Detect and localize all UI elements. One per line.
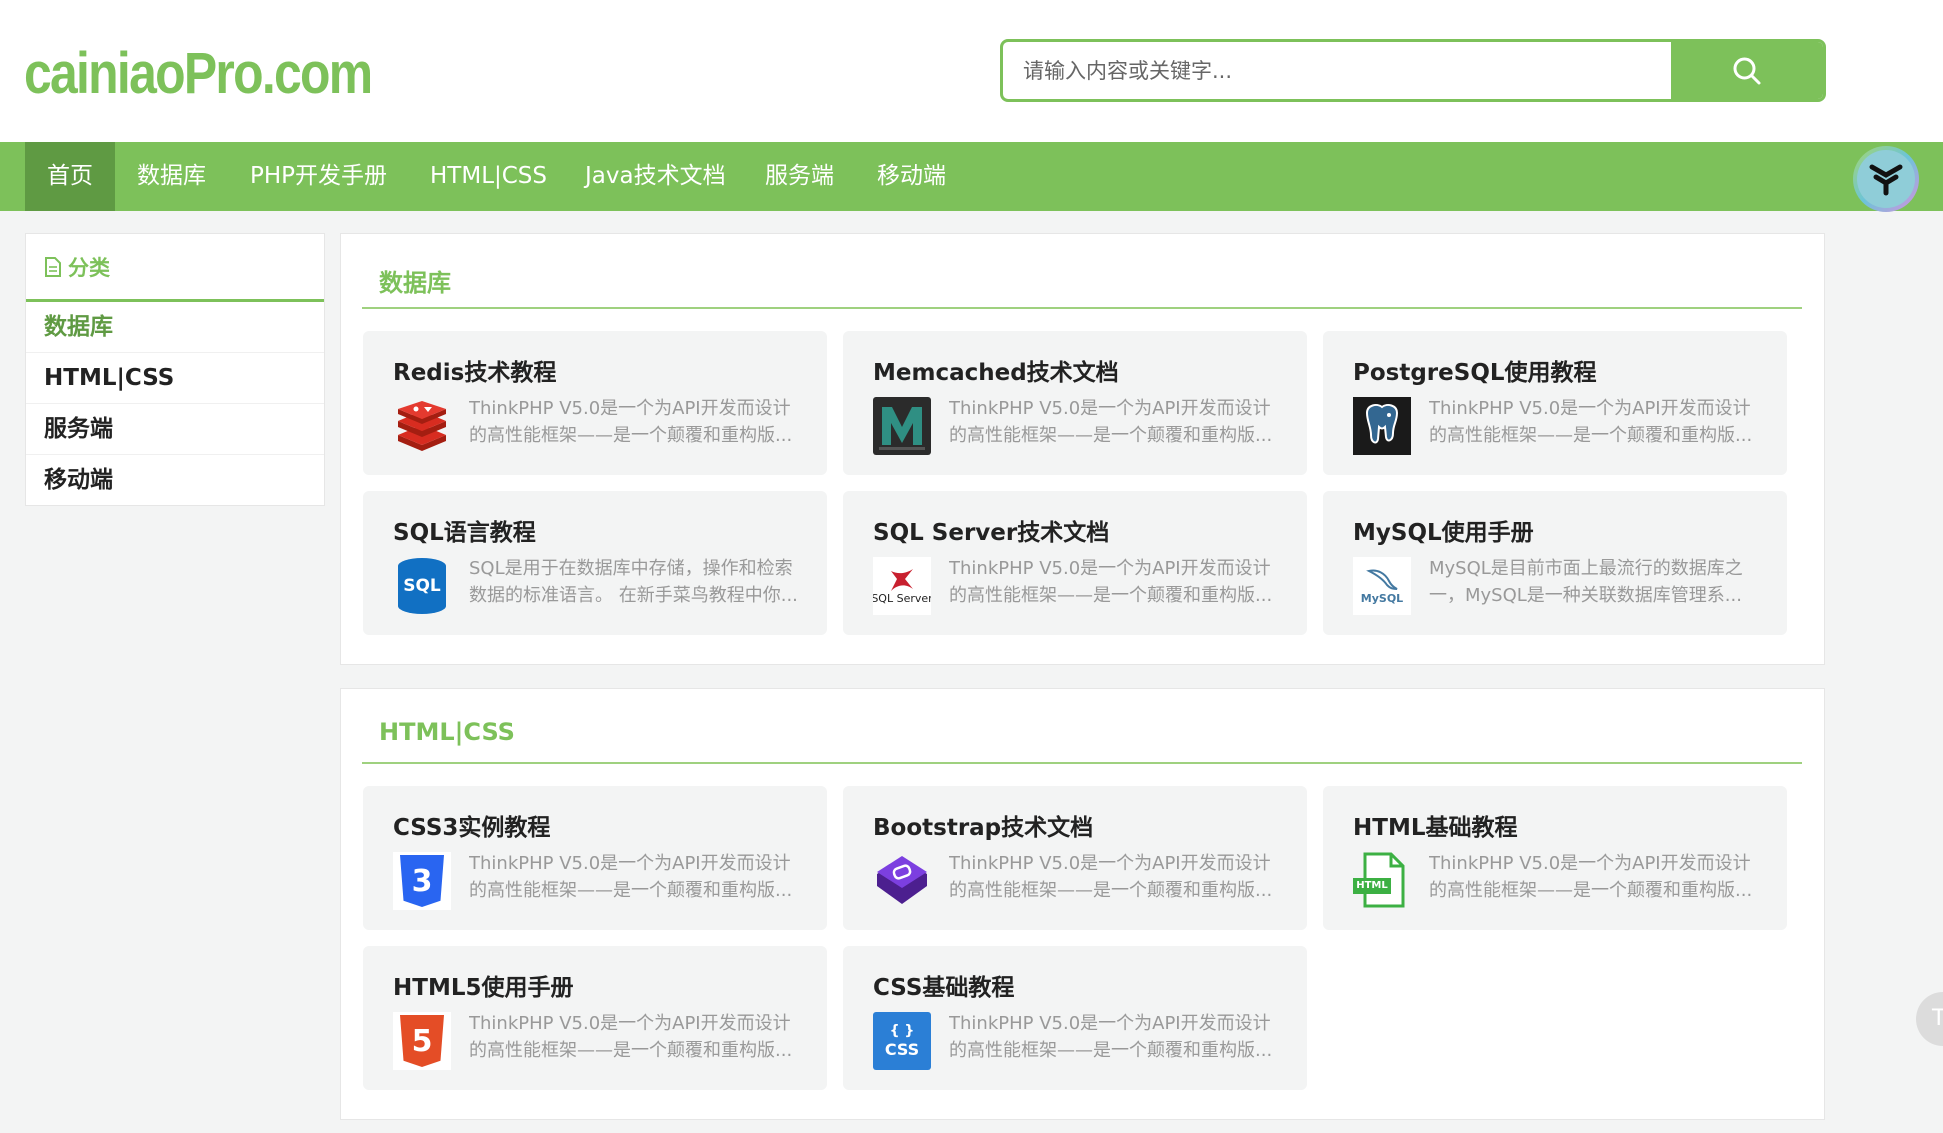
memcached-icon [873, 397, 931, 455]
card-sqlserver[interactable]: SQL Server技术文档 SQL Server ThinkPHP V5.0是… [843, 491, 1307, 635]
sidebar-item-html-css[interactable]: HTML|CSS [26, 353, 324, 404]
card-css3[interactable]: CSS3实例教程 3 ThinkPHP V5.0是一个为API开发而设计 的高性… [363, 786, 827, 930]
search-box [1000, 39, 1826, 102]
card-title: SQL语言教程 [393, 520, 536, 546]
card-title: HTML基础教程 [1353, 815, 1518, 841]
card-desc-line1: ThinkPHP V5.0是一个为API开发而设计 [469, 853, 791, 874]
card-sql[interactable]: SQL语言教程 SQL SQL是用于在数据库中存储，操作和检索 数据的标准语言。… [363, 491, 827, 635]
css3-icon: 3 [393, 852, 451, 910]
card-desc-line2: 的高性能框架——是一个颠覆和重构版... [1429, 425, 1753, 446]
html5-icon-label: 5 [400, 1015, 444, 1067]
card-title: HTML5使用手册 [393, 975, 574, 1001]
section-title: 数据库 [379, 269, 451, 297]
section-html-css: HTML|CSS CSS3实例教程 3 ThinkPHP V5.0是一个为API… [340, 688, 1825, 1120]
card-postgresql[interactable]: PostgreSQL使用教程 ThinkPHP V5.0是一个为API开发而设计… [1323, 331, 1787, 475]
nav-item-java[interactable]: Java技术文档 [563, 142, 748, 211]
html5-icon: 5 [393, 1012, 451, 1070]
nav-item-php[interactable]: PHP开发手册 [228, 142, 409, 211]
card-desc-line1: ThinkPHP V5.0是一个为API开发而设计 [949, 558, 1271, 579]
card-memcached[interactable]: Memcached技术文档 ThinkPHP V5.0是一个为API开发而设计 … [843, 331, 1307, 475]
card-desc-line2: 的高性能框架——是一个颠覆和重构版... [1429, 880, 1753, 901]
sqlserver-icon: SQL Server [873, 557, 931, 615]
nav-item-home[interactable]: 首页 [25, 142, 115, 211]
css3-icon-label: 3 [400, 855, 444, 907]
sidebar-item-server[interactable]: 服务端 [26, 404, 324, 455]
card-desc-line2: 一，MySQL是一种关联数据库管理系... [1429, 585, 1742, 606]
site-logo[interactable]: cainiaoPro.com [24, 40, 373, 107]
card-desc-line2: 的高性能框架——是一个颠覆和重构版... [469, 880, 793, 901]
category-sidebar: 分类 数据库 HTML|CSS 服务端 移动端 [25, 233, 325, 506]
mysql-icon-label: MySQL [1360, 592, 1404, 605]
card-title: Bootstrap技术文档 [873, 815, 1094, 841]
search-input[interactable] [1003, 42, 1673, 99]
card-title: Memcached技术文档 [873, 360, 1119, 386]
card-css[interactable]: CSS基础教程 { } CSS ThinkPHP V5.0是一个为API开发而设… [843, 946, 1307, 1090]
card-desc-line2: 的高性能框架——是一个颠覆和重构版... [949, 425, 1273, 446]
card-desc-line2: 的高性能框架——是一个颠覆和重构版... [949, 585, 1273, 606]
card-title: CSS3实例教程 [393, 815, 551, 841]
search-button[interactable] [1671, 42, 1823, 99]
nav-item-html-css[interactable]: HTML|CSS [408, 142, 569, 211]
card-desc-line1: ThinkPHP V5.0是一个为API开发而设计 [469, 1013, 791, 1034]
card-desc-line1: ThinkPHP V5.0是一个为API开发而设计 [469, 398, 791, 419]
css-icon-label: CSS [884, 1040, 920, 1059]
card-desc-line2: 的高性能框架——是一个颠覆和重构版... [469, 425, 793, 446]
main-nav: 首页 数据库 PHP开发手册 HTML|CSS Java技术文档 服务端 移动端 [0, 142, 1943, 211]
card-title: Redis技术教程 [393, 360, 557, 386]
sidebar-item-database[interactable]: 数据库 [26, 302, 324, 353]
card-title: MySQL使用手册 [1353, 520, 1534, 546]
card-desc-line1: SQL是用于在数据库中存储，操作和检索 [469, 558, 793, 579]
sql-icon: SQL [393, 557, 451, 615]
section-title: HTML|CSS [379, 718, 515, 746]
card-desc-line1: ThinkPHP V5.0是一个为API开发而设计 [949, 398, 1271, 419]
card-bootstrap[interactable]: Bootstrap技术文档 ThinkPHP V5.0是一个为API开发而设计 … [843, 786, 1307, 930]
nav-item-mobile[interactable]: 移动端 [855, 142, 968, 211]
nav-item-server[interactable]: 服务端 [743, 142, 856, 211]
card-desc-line1: ThinkPHP V5.0是一个为API开发而设计 [1429, 398, 1751, 419]
redis-icon [393, 397, 451, 455]
card-desc-line1: ThinkPHP V5.0是一个为API开发而设计 [949, 1013, 1271, 1034]
card-desc-line1: MySQL是目前市面上最流行的数据库之 [1429, 558, 1743, 579]
sidebar-title: 分类 [68, 255, 110, 280]
search-icon [1733, 57, 1761, 84]
avatar-logo-icon [1869, 164, 1903, 196]
html-file-icon: HTML [1353, 852, 1411, 910]
sidebar-header: 分类 [26, 234, 324, 302]
section-database: 数据库 Redis技术教程 ThinkPHP V5.0是一个为API开发而设计 … [340, 233, 1825, 665]
card-desc-line2: 的高性能框架——是一个颠覆和重构版... [949, 880, 1273, 901]
nav-item-database[interactable]: 数据库 [115, 142, 228, 211]
html-file-icon-label: HTML [1353, 878, 1391, 894]
card-title: PostgreSQL使用教程 [1353, 360, 1597, 386]
sqlserver-icon-label: SQL Server [873, 592, 931, 605]
card-redis[interactable]: Redis技术教程 ThinkPHP V5.0是一个为API开发而设计 的高性能… [363, 331, 827, 475]
card-desc-line1: ThinkPHP V5.0是一个为API开发而设计 [1429, 853, 1751, 874]
card-title: CSS基础教程 [873, 975, 1015, 1001]
back-to-top-button[interactable]: T [1916, 992, 1943, 1046]
card-mysql[interactable]: MySQL使用手册 MySQL MySQL是目前市面上最流行的数据库之 一，My… [1323, 491, 1787, 635]
card-title: SQL Server技术文档 [873, 520, 1110, 546]
card-desc-line2: 数据的标准语言。 在新手菜鸟教程中你... [469, 585, 798, 606]
css-icon: { } CSS [873, 1012, 931, 1070]
card-html[interactable]: HTML基础教程 HTML ThinkPHP V5.0是一个为API开发而设计 … [1323, 786, 1787, 930]
bootstrap-icon [873, 852, 931, 910]
css-icon-braces: { } [889, 1023, 915, 1039]
card-desc-line1: ThinkPHP V5.0是一个为API开发而设计 [949, 853, 1271, 874]
card-html5[interactable]: HTML5使用手册 5 ThinkPHP V5.0是一个为API开发而设计 的高… [363, 946, 827, 1090]
postgresql-icon [1353, 397, 1411, 455]
card-desc-line2: 的高性能框架——是一个颠覆和重构版... [949, 1040, 1273, 1061]
document-icon [45, 256, 61, 277]
header: cainiaoPro.com [0, 0, 1943, 142]
sql-icon-label: SQL [398, 558, 446, 614]
sidebar-item-mobile[interactable]: 移动端 [26, 455, 324, 506]
mysql-icon: MySQL [1353, 557, 1411, 615]
user-avatar[interactable] [1853, 146, 1919, 212]
card-desc-line2: 的高性能框架——是一个颠覆和重构版... [469, 1040, 793, 1061]
